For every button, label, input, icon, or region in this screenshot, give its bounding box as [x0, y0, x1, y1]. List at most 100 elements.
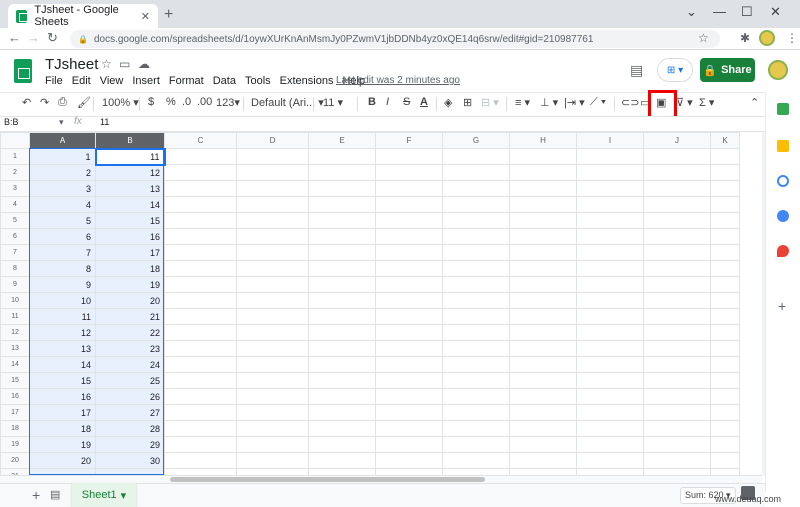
cell-b[interactable]: 25 [95, 372, 165, 389]
fill-color-icon[interactable]: ◈ [444, 96, 452, 109]
currency-button[interactable]: $ [148, 96, 154, 108]
cell[interactable] [710, 308, 740, 325]
cell[interactable] [236, 244, 309, 261]
row-header[interactable]: 3 [0, 180, 30, 197]
undo-icon[interactable]: ↶ [22, 96, 31, 109]
share-button[interactable]: 🔒 Share [700, 58, 755, 82]
cell[interactable] [164, 228, 237, 245]
url-input[interactable]: 🔒 docs.google.com/spreadsheets/d/1oywXUr… [70, 30, 720, 48]
forward-icon[interactable]: → [27, 30, 40, 45]
cell[interactable] [308, 180, 376, 197]
cell[interactable] [442, 212, 510, 229]
cell[interactable] [375, 148, 443, 165]
cell[interactable] [643, 212, 711, 229]
column-header-c[interactable]: C [164, 132, 237, 149]
vertical-align-icon[interactable]: ⊥ ▾ [540, 96, 558, 109]
cell[interactable] [509, 276, 577, 293]
cell[interactable] [308, 308, 376, 325]
cell[interactable] [164, 276, 237, 293]
cell[interactable] [710, 340, 740, 357]
cell[interactable] [509, 260, 577, 277]
text-wrapping-icon[interactable]: |⇥ ▾ [564, 96, 585, 109]
cell-b[interactable]: 27 [95, 404, 165, 421]
cell[interactable] [576, 308, 644, 325]
cell-a[interactable]: 18 [29, 420, 96, 437]
font-size-select[interactable]: 11 ▾ [323, 96, 343, 109]
paint-format-icon[interactable]: 🖌 [77, 96, 91, 109]
cell-a[interactable]: 19 [29, 436, 96, 453]
cell[interactable] [164, 180, 237, 197]
cell-b[interactable]: 22 [95, 324, 165, 341]
cell[interactable] [308, 244, 376, 261]
cell[interactable] [643, 324, 711, 341]
cell[interactable] [164, 244, 237, 261]
cell[interactable] [643, 388, 711, 405]
cell[interactable] [643, 244, 711, 261]
merge-cells-icon[interactable]: ⊟ ▾ [481, 96, 499, 109]
cell[interactable] [375, 228, 443, 245]
cell[interactable] [643, 356, 711, 373]
cell[interactable] [576, 244, 644, 261]
cell-b[interactable]: 29 [95, 436, 165, 453]
cell[interactable] [375, 356, 443, 373]
cell[interactable] [442, 148, 510, 165]
cell-a[interactable]: 2 [29, 164, 96, 181]
cell[interactable] [643, 180, 711, 197]
cell[interactable] [576, 164, 644, 181]
cell[interactable] [576, 260, 644, 277]
cell-a[interactable]: 14 [29, 356, 96, 373]
cell[interactable] [442, 340, 510, 357]
cell[interactable] [375, 372, 443, 389]
row-header[interactable]: 1 [0, 148, 30, 165]
cell[interactable] [509, 292, 577, 309]
cell-b[interactable]: 15 [95, 212, 165, 229]
cell[interactable] [375, 180, 443, 197]
cell[interactable] [308, 452, 376, 469]
cell[interactable] [308, 388, 376, 405]
cell[interactable] [442, 388, 510, 405]
menu-data[interactable]: Data [213, 75, 236, 87]
cell-a[interactable]: 8 [29, 260, 96, 277]
cell[interactable] [375, 292, 443, 309]
cell[interactable] [442, 452, 510, 469]
cell[interactable] [643, 260, 711, 277]
row-header[interactable]: 14 [0, 356, 30, 373]
menu-insert[interactable]: Insert [132, 75, 160, 87]
cell[interactable] [576, 388, 644, 405]
column-header-f[interactable]: F [375, 132, 443, 149]
cell[interactable] [375, 308, 443, 325]
cell[interactable] [164, 148, 237, 165]
cell[interactable] [375, 340, 443, 357]
bookmark-star-icon[interactable]: ☆ [698, 31, 709, 45]
tasks-icon[interactable] [777, 175, 789, 187]
cell[interactable] [710, 388, 740, 405]
cell[interactable] [710, 196, 740, 213]
cell[interactable] [164, 420, 237, 437]
cell[interactable] [710, 212, 740, 229]
cell[interactable] [576, 148, 644, 165]
row-header[interactable]: 16 [0, 388, 30, 405]
cell-a[interactable]: 4 [29, 196, 96, 213]
cell[interactable] [236, 324, 309, 341]
menu-edit[interactable]: Edit [72, 75, 91, 87]
present-button[interactable]: ⊞ ▾ [657, 58, 693, 82]
row-header[interactable]: 18 [0, 420, 30, 437]
cell[interactable] [308, 436, 376, 453]
more-formats-button[interactable]: 123▾ [216, 96, 240, 109]
cell[interactable] [442, 420, 510, 437]
column-header-i[interactable]: I [576, 132, 644, 149]
cell[interactable] [576, 196, 644, 213]
cell[interactable] [509, 356, 577, 373]
cell[interactable] [509, 340, 577, 357]
cell[interactable] [236, 452, 309, 469]
cell[interactable] [643, 292, 711, 309]
cell[interactable] [509, 308, 577, 325]
browser-tab[interactable]: TJsheet - Google Sheets ✕ [8, 4, 158, 28]
cell[interactable] [308, 404, 376, 421]
cell-a[interactable]: 13 [29, 340, 96, 357]
collapse-menus-icon[interactable]: ⌃ [750, 96, 759, 109]
sheet-tab-sheet1[interactable]: Sheet1 ▾ [72, 483, 136, 507]
row-header[interactable]: 19 [0, 436, 30, 453]
cell-a[interactable]: 20 [29, 452, 96, 469]
cell[interactable] [576, 356, 644, 373]
